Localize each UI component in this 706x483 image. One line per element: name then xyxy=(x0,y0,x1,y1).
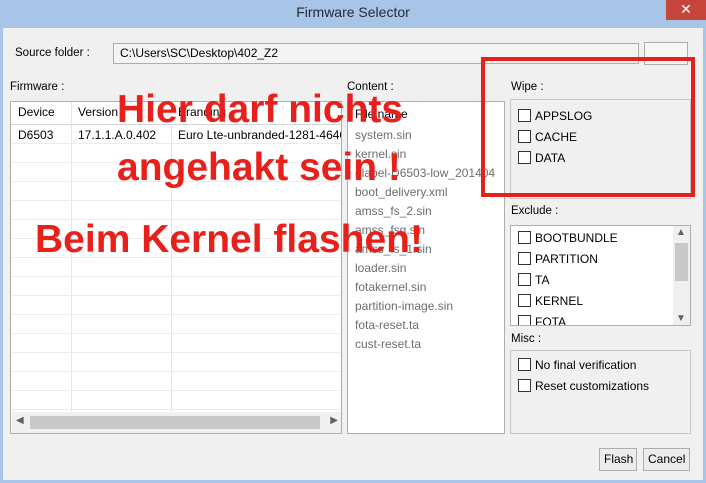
column-device[interactable]: Device xyxy=(12,102,72,122)
misc-group: No final verification Reset customizatio… xyxy=(510,350,691,434)
title-bar: Firmware Selector ✕ xyxy=(0,0,706,28)
flash-button[interactable]: Flash xyxy=(599,448,637,471)
annotation-highlight-box xyxy=(481,57,695,197)
checkbox-box[interactable] xyxy=(518,252,531,265)
exclude-partition-checkbox[interactable]: PARTITION xyxy=(518,252,598,270)
annotation-line-1: Hier darf nichts xyxy=(117,88,404,131)
checkbox-label: FOTA xyxy=(535,315,567,326)
list-item: amss_fs_2.sin xyxy=(355,204,432,218)
exclude-ta-checkbox[interactable]: TA xyxy=(518,273,549,291)
reset-customizations-checkbox[interactable]: Reset customizations xyxy=(518,379,649,397)
no-final-verification-checkbox[interactable]: No final verification xyxy=(518,358,636,376)
scroll-right-icon[interactable]: ▶ xyxy=(330,415,338,426)
exclude-list[interactable]: BOOTBUNDLE PARTITION TA KERNEL FOTA ▲ ▼ xyxy=(510,225,691,326)
checkbox-label: No final verification xyxy=(535,358,637,372)
list-item: cust-reset.ta xyxy=(355,337,422,351)
close-icon[interactable]: ✕ xyxy=(666,0,706,20)
annotation-line-2: angehakt sein ! xyxy=(117,146,401,189)
checkbox-box[interactable] xyxy=(518,273,531,286)
scroll-down-icon[interactable]: ▼ xyxy=(676,313,686,324)
source-folder-label: Source folder : xyxy=(15,47,90,59)
checkbox-label: TA xyxy=(535,273,550,287)
list-item: fotakernel.sin xyxy=(355,280,427,294)
firmware-label: Firmware : xyxy=(10,81,65,93)
checkbox-box[interactable] xyxy=(518,358,531,371)
checkbox-label: KERNEL xyxy=(535,294,584,308)
exclude-bootbundle-checkbox[interactable]: BOOTBUNDLE xyxy=(518,231,618,249)
annotation-line-3: Beim Kernel flashen! xyxy=(35,218,423,261)
checkbox-box[interactable] xyxy=(518,231,531,244)
exclude-label: Exclude : xyxy=(511,205,559,217)
exclude-fota-checkbox[interactable]: FOTA xyxy=(518,315,567,326)
checkbox-box[interactable] xyxy=(518,294,531,307)
window-title: Firmware Selector xyxy=(296,4,410,20)
vertical-scrollbar[interactable]: ▲ ▼ xyxy=(673,226,690,325)
scrollbar-thumb[interactable] xyxy=(675,243,688,281)
cell-device: D6503 xyxy=(18,128,54,142)
checkbox-box[interactable] xyxy=(518,315,531,325)
checkbox-box[interactable] xyxy=(518,379,531,392)
list-item: fota-reset.ta xyxy=(355,318,420,332)
list-item: partition-image.sin xyxy=(355,299,454,313)
checkbox-label: BOOTBUNDLE xyxy=(535,231,618,245)
checkbox-label: Reset customizations xyxy=(535,379,650,393)
list-item: loader.sin xyxy=(355,261,407,275)
cancel-button[interactable]: Cancel xyxy=(643,448,690,471)
horizontal-scrollbar[interactable]: ◀ ▶ xyxy=(12,412,341,433)
scroll-left-icon[interactable]: ◀ xyxy=(16,415,24,426)
misc-label: Misc : xyxy=(511,333,542,345)
checkbox-label: PARTITION xyxy=(535,252,598,266)
exclude-kernel-checkbox[interactable]: KERNEL xyxy=(518,294,583,312)
scrollbar-thumb[interactable] xyxy=(30,416,320,429)
scroll-up-icon[interactable]: ▲ xyxy=(676,227,686,238)
